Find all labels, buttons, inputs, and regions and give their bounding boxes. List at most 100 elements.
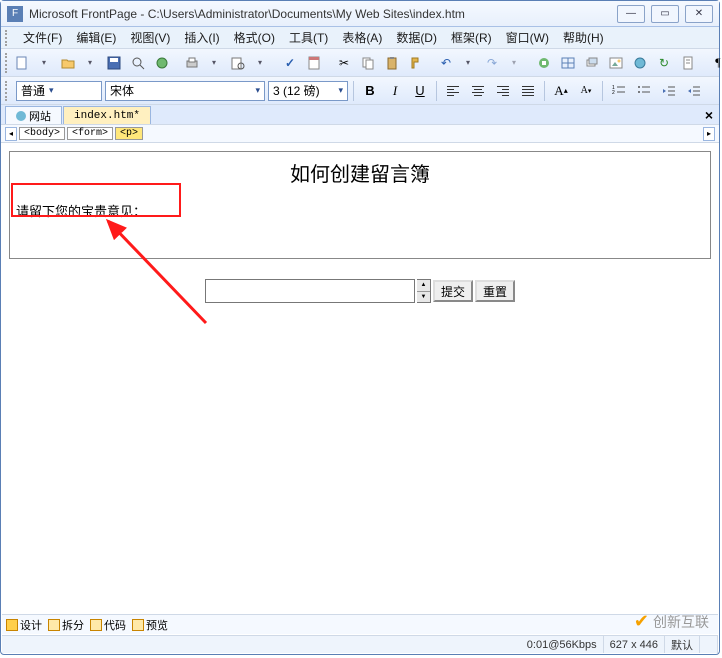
page-heading[interactable]: 如何创建留言簿 xyxy=(10,152,710,197)
menu-data[interactable]: 数据(D) xyxy=(390,27,443,48)
form-row: ▲▼ 提交 重置 xyxy=(1,279,719,303)
decrease-font-button[interactable]: A▾ xyxy=(575,80,597,102)
page-content[interactable]: 如何创建留言簿 请留下您的宝贵意见： xyxy=(9,151,711,259)
separator xyxy=(436,81,437,101)
status-bar: 0:01@56Kbps 627 x 446 默认 xyxy=(2,635,718,653)
font-combo[interactable]: 宋体▾ xyxy=(105,81,265,101)
spinner-control[interactable]: ▲▼ xyxy=(417,279,431,303)
menu-edit[interactable]: 编辑(E) xyxy=(70,27,122,48)
outdent-button[interactable] xyxy=(658,80,680,102)
preview-icon xyxy=(132,619,144,631)
dropdown-icon[interactable]: ▾ xyxy=(203,52,225,74)
tag-selector-bar: ◂ <body> <form> <p> ▸ xyxy=(1,125,719,143)
textarea-field[interactable] xyxy=(205,279,415,303)
status-mode: 默认 xyxy=(665,636,700,653)
close-button[interactable]: ✕ xyxy=(685,5,713,23)
preview-button[interactable] xyxy=(227,52,249,74)
research-button[interactable] xyxy=(303,52,325,74)
increase-font-button[interactable]: A▴ xyxy=(550,80,572,102)
picture-button[interactable] xyxy=(605,52,627,74)
dropdown-icon[interactable]: ▾ xyxy=(79,52,101,74)
search-button[interactable] xyxy=(127,52,149,74)
open-button[interactable] xyxy=(57,52,79,74)
svg-text:2: 2 xyxy=(612,90,615,96)
tag-form[interactable]: <form> xyxy=(67,127,113,140)
menu-insert[interactable]: 插入(I) xyxy=(178,27,225,48)
code-icon xyxy=(90,619,102,631)
tag-p[interactable]: <p> xyxy=(115,127,143,140)
copy-button[interactable] xyxy=(357,52,379,74)
indent-button[interactable] xyxy=(683,80,705,102)
tab-document[interactable]: index.htm* xyxy=(63,106,151,124)
grip-icon xyxy=(5,81,11,101)
align-justify-button[interactable] xyxy=(517,80,539,102)
menu-frames[interactable]: 框架(R) xyxy=(445,27,498,48)
cut-button[interactable]: ✂ xyxy=(333,52,355,74)
menu-format[interactable]: 格式(O) xyxy=(228,27,281,48)
redo-button[interactable]: ↷ xyxy=(481,52,503,74)
undo-button[interactable]: ↶ xyxy=(435,52,457,74)
web-component-button[interactable] xyxy=(533,52,555,74)
document-tabs: 网站 index.htm* × xyxy=(1,105,719,125)
standard-toolbar: ▾ ▾ ▾ ▾ ✓ ✂ ↶ ▾ ↷ ▾ ↻ ¶ 中文简繁转换 ▾ xyxy=(1,49,719,77)
spin-down-icon[interactable]: ▼ xyxy=(417,292,430,303)
italic-button[interactable]: I xyxy=(384,80,406,102)
tag-body[interactable]: <body> xyxy=(19,127,65,140)
view-code[interactable]: 代码 xyxy=(90,617,126,633)
table-button[interactable] xyxy=(557,52,579,74)
separator xyxy=(602,81,603,101)
menu-help[interactable]: 帮助(H) xyxy=(557,27,610,48)
reset-button[interactable]: 重置 xyxy=(475,280,515,302)
prev-button[interactable]: ◂ xyxy=(5,127,17,141)
align-left-button[interactable] xyxy=(442,80,464,102)
formatting-toolbar: 普通▾ 宋体▾ 3 (12 磅)▾ B I U A▴ A▾ 12 xyxy=(1,77,719,105)
menu-file[interactable]: 文件(F) xyxy=(17,27,68,48)
align-center-button[interactable] xyxy=(467,80,489,102)
align-right-button[interactable] xyxy=(492,80,514,102)
tab-website[interactable]: 网站 xyxy=(5,106,62,124)
close-tab-button[interactable]: × xyxy=(705,107,713,123)
dropdown-icon[interactable]: ▾ xyxy=(249,52,271,74)
underline-button[interactable]: U xyxy=(409,80,431,102)
dropdown-icon[interactable]: ▾ xyxy=(457,52,479,74)
menu-tools[interactable]: 工具(T) xyxy=(283,27,334,48)
save-button[interactable] xyxy=(103,52,125,74)
style-combo[interactable]: 普通▾ xyxy=(16,81,102,101)
paste-button[interactable] xyxy=(381,52,403,74)
design-icon xyxy=(6,619,18,631)
status-size: 627 x 446 xyxy=(604,636,665,653)
refresh-button[interactable]: ↻ xyxy=(653,52,675,74)
view-design[interactable]: 设计 xyxy=(6,617,42,633)
bold-button[interactable]: B xyxy=(359,80,381,102)
menu-view[interactable]: 视图(V) xyxy=(124,27,176,48)
spellcheck-button[interactable]: ✓ xyxy=(279,52,301,74)
maximize-button[interactable]: ▭ xyxy=(651,5,679,23)
next-button[interactable]: ▸ xyxy=(703,127,715,141)
view-split[interactable]: 拆分 xyxy=(48,617,84,633)
spin-up-icon[interactable]: ▲ xyxy=(417,280,430,292)
minimize-button[interactable]: — xyxy=(617,5,645,23)
print-button[interactable] xyxy=(181,52,203,74)
stop-button[interactable] xyxy=(677,52,699,74)
design-canvas[interactable]: 如何创建留言簿 请留下您的宝贵意见： ▲▼ 提交 重置 xyxy=(1,143,719,615)
bullet-list-button[interactable] xyxy=(633,80,655,102)
submit-button[interactable]: 提交 xyxy=(433,280,473,302)
new-button[interactable] xyxy=(11,52,33,74)
prompt-text[interactable]: 请留下您的宝贵意见： xyxy=(10,197,710,224)
dropdown-icon[interactable]: ▾ xyxy=(503,52,525,74)
dropdown-icon[interactable]: ▾ xyxy=(33,52,55,74)
publish-button[interactable] xyxy=(151,52,173,74)
view-preview[interactable]: 预览 xyxy=(132,617,168,633)
hyperlink-button[interactable] xyxy=(629,52,651,74)
status-time: 0:01@56Kbps xyxy=(521,636,604,653)
format-painter-button[interactable] xyxy=(405,52,427,74)
numbered-list-button[interactable]: 12 xyxy=(608,80,630,102)
menu-bar: 文件(F) 编辑(E) 视图(V) 插入(I) 格式(O) 工具(T) 表格(A… xyxy=(1,27,719,49)
menu-table[interactable]: 表格(A) xyxy=(336,27,388,48)
size-combo[interactable]: 3 (12 磅)▾ xyxy=(268,81,348,101)
show-all-button[interactable]: ¶ xyxy=(707,52,722,74)
layer-button[interactable] xyxy=(581,52,603,74)
separator xyxy=(353,81,354,101)
menu-window[interactable]: 窗口(W) xyxy=(500,27,555,48)
window-title: Microsoft FrontPage - C:\Users\Administr… xyxy=(29,7,617,21)
